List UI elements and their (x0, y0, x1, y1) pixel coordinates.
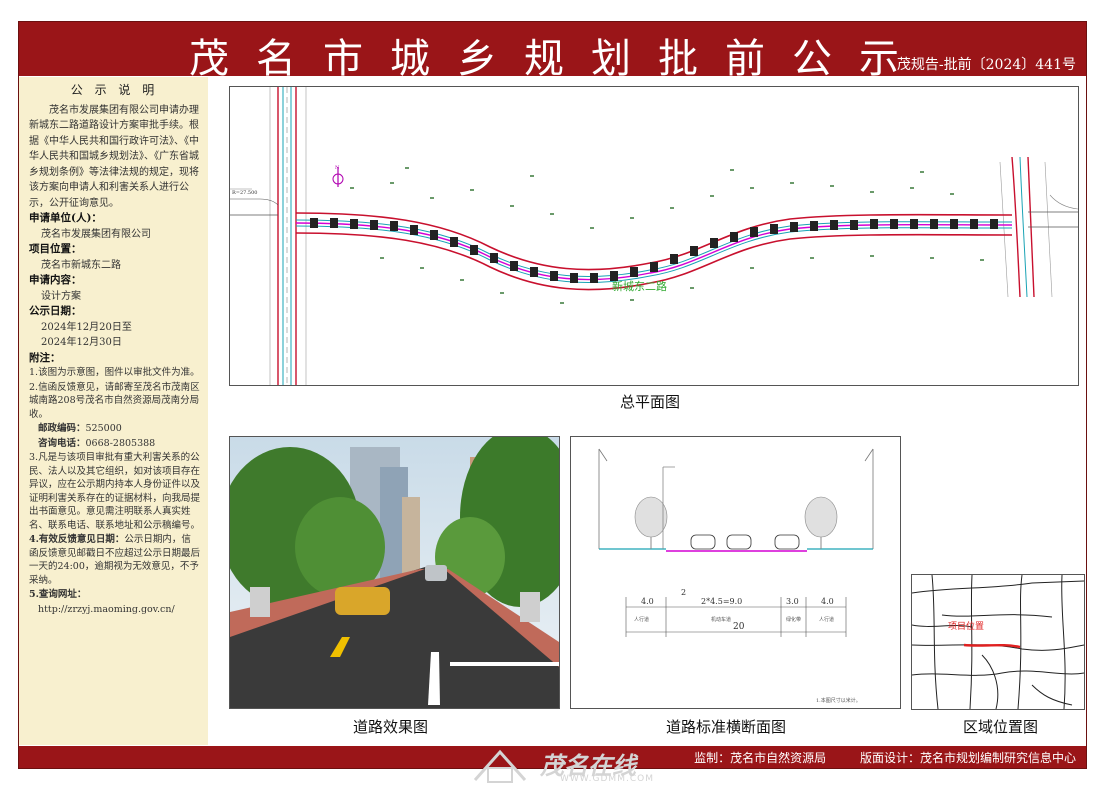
road-plan-svg: N R=27.500 新城东二路 (230, 87, 1079, 385)
title-banner: 茂名市城乡规划批前公示 茂规告-批前〔2024〕441号 (19, 22, 1086, 82)
dim-green-belt: 3.0 (786, 597, 799, 606)
footer-credits: 监制：茂名市自然资源局 版面设计：茂名市规划编制研究信息中心 (664, 749, 1076, 766)
note-4: 4.有效反馈意见日期：公示日期内，信函反馈意见邮戳日不应超过公示日期最后一天的2… (29, 533, 200, 587)
watermark-url: WWW.GDMM.COM (560, 774, 654, 784)
dim-sidewalk-right: 4.0 (821, 597, 834, 606)
postcode-label: 邮政编码： (38, 423, 86, 434)
document-number: 茂规告-批前〔2024〕441号 (896, 57, 1076, 73)
project-road-marker (963, 643, 1021, 649)
note-4-label: 4.有效反馈意见日期： (29, 534, 125, 545)
location-value: 茂名市新城东二路 (41, 259, 121, 271)
website-link[interactable]: http://zrzyj.maoming.gov.cn/ (29, 603, 200, 617)
notice-heading: 公 示 说 明 (70, 83, 159, 97)
dim-total-width: 20 (733, 622, 745, 632)
note-3: 3.凡是与该项目审批有重大利害关系的公民、法人以及其它组织，如对该项目存在异议，… (29, 452, 201, 531)
label-carriageway: 机动车道 (711, 616, 731, 623)
postcode-value: 525000 (85, 423, 122, 434)
roadside-trees (310, 218, 998, 283)
watermark-logo-icon (473, 749, 527, 783)
applicant-value: 茂名市发展集团有限公司 (41, 228, 151, 240)
date-label: 公示日期： (29, 305, 82, 317)
dim-carriageway: 2*4.5=9.0 (701, 597, 742, 606)
dim-median: 2 (681, 588, 686, 597)
rendering-caption: 道路效果图 (353, 720, 429, 736)
section-caption: 道路标准横断面图 (666, 720, 787, 736)
notes-label: 附注： (29, 351, 61, 364)
location-caption: 区域位置图 (963, 720, 1039, 736)
road-rendering-image (229, 436, 560, 709)
plan-caption: 总平面图 (620, 395, 681, 411)
supervisor-credit: 监制：茂名市自然资源局 (694, 751, 827, 765)
right-side-road (1028, 194, 1079, 228)
cross-section-drawing: 4.0 2 2*4.5=9.0 3.0 4.0 20 人行道 机动车道 绿化带 … (570, 436, 901, 709)
designer-credit: 版面设计：茂名市规划编制研究信息中心 (859, 751, 1076, 765)
general-plan-drawing: N R=27.500 新城东二路 (229, 86, 1079, 386)
phone-value: 0668-2805388 (85, 437, 156, 449)
project-location-label: 项目位置 (948, 620, 984, 632)
label-sidewalk-left: 人行道 (634, 616, 649, 623)
content-value: 设计方案 (41, 290, 81, 302)
road-name-label: 新城东二路 (612, 279, 667, 293)
dim-sidewalk-left: 4.0 (641, 597, 654, 606)
site-watermark: 茂名在线 WWW.GDMM.COM (470, 746, 670, 790)
section-note: 1.本图尺寸以米计。 (816, 697, 861, 704)
label-sidewalk-right: 人行道 (819, 616, 834, 623)
cross-section-svg: 4.0 2 2*4.5=9.0 3.0 4.0 20 人行道 机动车道 绿化带 … (598, 448, 874, 704)
left-cross-road (269, 87, 307, 385)
note-5: 5.查询网址： (29, 588, 200, 602)
notice-panel: 公 示 说 明 茂名市发展集团有限公司申请办理新城东二路道路设计方案审批手续。根… (19, 77, 208, 745)
date-end: 2024年12月30日 (41, 337, 122, 348)
label-green-belt: 绿化带 (786, 616, 801, 623)
note-5-label: 5.查询网址： (29, 589, 87, 600)
content-label: 申请内容： (29, 274, 82, 286)
notes-list: 1.该图为示意图，图件以审批文件为准。 2.信函反馈意见，请邮寄至茂名市茂南区城… (29, 366, 200, 616)
postcode-line: 邮政编码：525000 (29, 422, 200, 436)
date-start: 2024年12月20日至 (41, 321, 132, 333)
main-road (295, 212, 1013, 291)
rendering-svg (230, 437, 559, 708)
applicant-label: 申请单位(人)： (29, 212, 102, 224)
location-map: 项目位置 (911, 574, 1085, 710)
note-2: 2.信函反馈意见，请邮寄至茂名市茂南区城南路208号茂名市自然资源局茂南分局收。 (29, 381, 200, 420)
page-title: 茂名市城乡规划批前公示 (189, 36, 926, 82)
north-label: N (335, 165, 340, 171)
phone-line: 咨询电话：0668-2805388 (29, 437, 200, 451)
location-map-svg: 项目位置 (911, 574, 1085, 710)
plan-note: R=27.500 (232, 190, 257, 196)
note-1: 1.该图为示意图，图件以审批文件为准。 (29, 367, 200, 378)
phone-label: 咨询电话： (38, 437, 86, 449)
notice-intro: 茂名市发展集团有限公司申请办理新城东二路道路设计方案审批手续。根据《中华人民共和… (29, 104, 199, 209)
location-label: 项目位置： (29, 243, 82, 255)
